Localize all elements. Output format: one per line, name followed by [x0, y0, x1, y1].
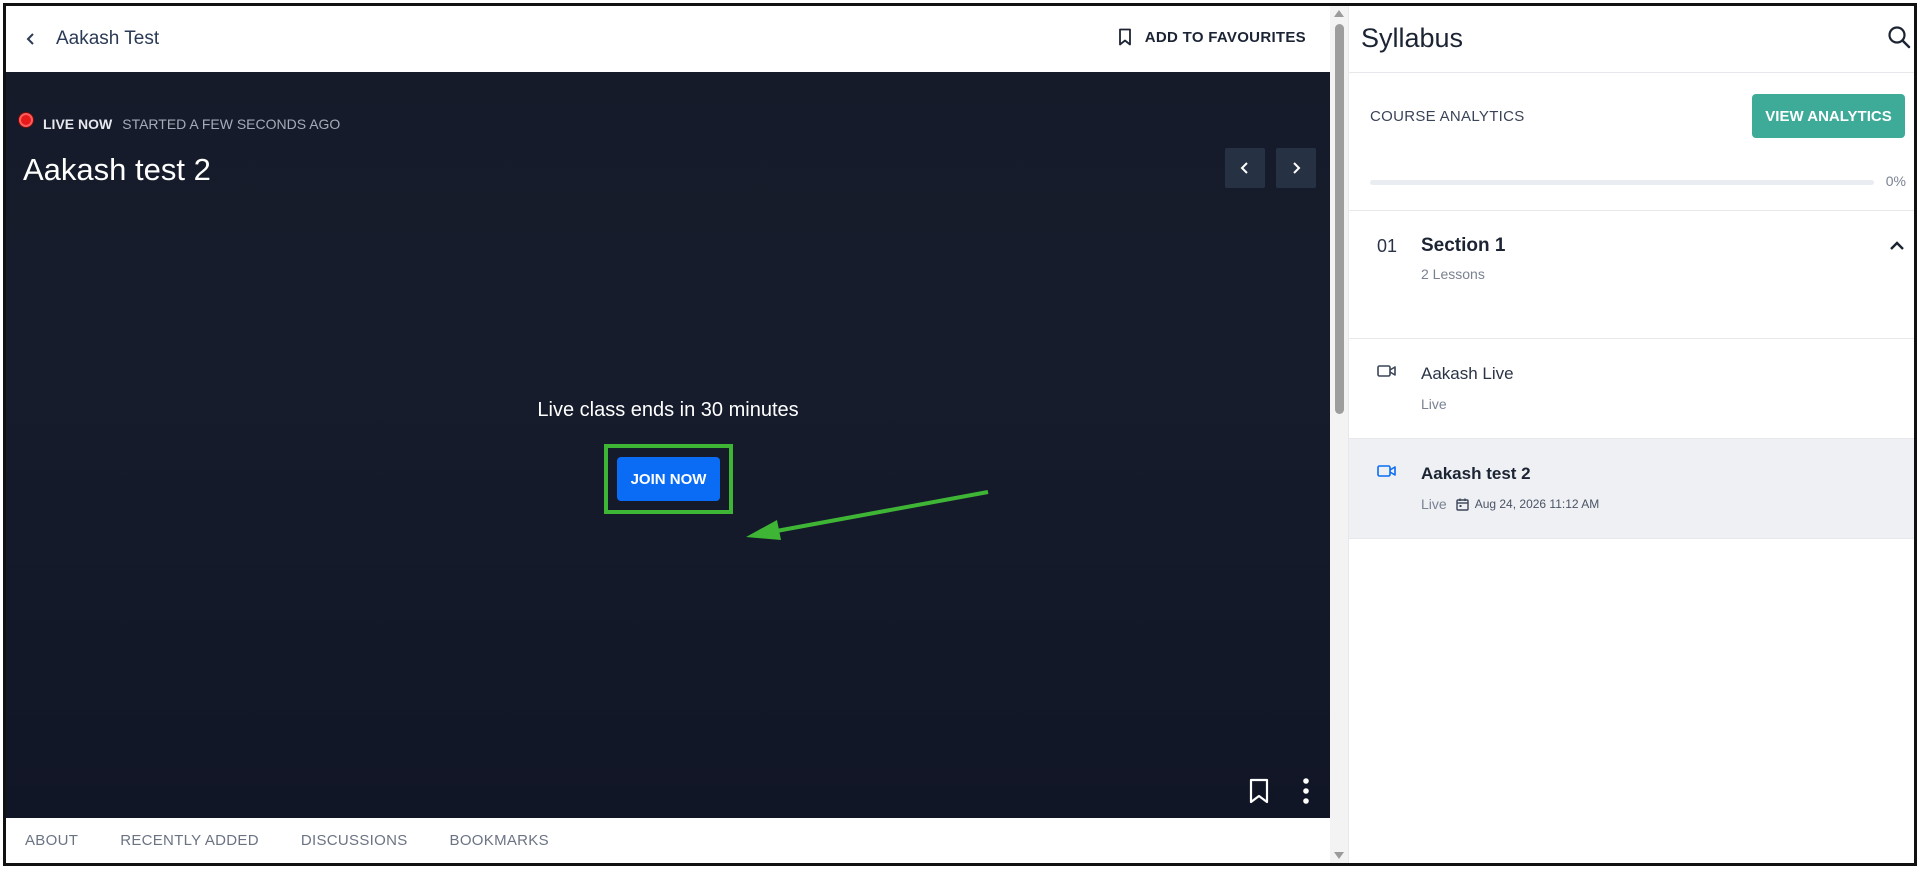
chevron-left-icon	[1240, 162, 1248, 174]
chevron-right-icon	[1293, 162, 1301, 174]
lesson-date: Aug 24, 2026 11:12 AM	[1474, 497, 1600, 511]
section-number: 01	[1377, 236, 1398, 256]
annotation-arrow-icon	[746, 490, 989, 540]
bookmark-icon	[1118, 28, 1131, 46]
join-now-button[interactable]: JOIN NOW	[617, 457, 720, 501]
video-camera-icon	[1377, 465, 1396, 477]
lesson-status: Live	[1421, 396, 1447, 412]
section-lesson-count: 2 Lessons	[1421, 266, 1485, 282]
course-analytics: COURSE ANALYTICS VIEW ANALYTICS 0%	[1349, 73, 1914, 211]
lesson-title: Aakash test 2	[1421, 464, 1531, 483]
section-header[interactable]: 01 Section 1 2 Lessons	[1349, 211, 1914, 339]
lesson-item[interactable]: Aakash Live Live	[1349, 339, 1914, 439]
video-player: LIVE NOW STARTED A FEW SECONDS AGO Aakas…	[6, 72, 1330, 818]
content-tabs: ABOUT RECENTLY ADDED DISCUSSIONS BOOKMAR…	[6, 818, 1330, 863]
lesson-meta: Live	[1421, 396, 1447, 412]
add-to-favourites-button[interactable]: ADD TO FAVOURITES	[1117, 28, 1306, 46]
scroll-thumb[interactable]	[1335, 24, 1344, 414]
more-vertical-icon[interactable]	[1302, 778, 1310, 804]
syllabus-panel: Syllabus COURSE ANALYTICS VIEW ANALYTICS…	[1348, 6, 1914, 863]
add-to-favourites-label: ADD TO FAVOURITES	[1144, 28, 1306, 46]
live-dot-icon	[19, 113, 33, 127]
lesson-meta: Live Aug 24, 2026 11:12 AM	[1421, 496, 1599, 512]
player-actions	[1248, 778, 1310, 804]
tab-bookmarks[interactable]: BOOKMARKS	[450, 832, 549, 849]
video-camera-icon	[1377, 365, 1396, 377]
lesson-title: Aakash test 2	[23, 152, 211, 187]
top-bar: Aakash Test ADD TO FAVOURITES	[6, 6, 1330, 72]
search-icon[interactable]	[1887, 25, 1911, 49]
tab-about[interactable]: ABOUT	[25, 832, 78, 849]
tab-recently-added[interactable]: RECENTLY ADDED	[120, 832, 259, 849]
join-highlight-box: JOIN NOW	[604, 444, 733, 514]
lesson-schedule: Aug 24, 2026 11:12 AM	[1455, 497, 1600, 511]
scroll-down-icon[interactable]	[1334, 852, 1344, 859]
content-pane: Aakash Test ADD TO FAVOURITES LIVE NOW S…	[6, 6, 1330, 863]
lesson-status: Live	[1421, 496, 1447, 512]
syllabus-title: Syllabus	[1361, 23, 1464, 53]
course-analytics-label: COURSE ANALYTICS	[1370, 108, 1525, 125]
tab-discussions[interactable]: DISCUSSIONS	[301, 832, 408, 849]
app-window: Aakash Test ADD TO FAVOURITES LIVE NOW S…	[3, 3, 1917, 866]
course-title: Aakash Test	[56, 28, 160, 49]
lesson-item-active[interactable]: Aakash test 2 Live Aug 24, 2026 11:12 AM	[1349, 439, 1914, 539]
next-lesson-button[interactable]	[1276, 148, 1316, 188]
section-title: Section 1	[1421, 235, 1506, 256]
chevron-left-icon	[26, 33, 34, 45]
calendar-icon	[1455, 498, 1469, 511]
back-button[interactable]: Aakash Test	[24, 28, 159, 50]
bookmark-icon[interactable]	[1248, 778, 1270, 804]
live-now-label: LIVE NOW	[43, 116, 113, 132]
lesson-navigation	[1225, 148, 1316, 188]
live-status: LIVE NOW STARTED A FEW SECONDS AGO	[19, 113, 341, 132]
started-label: STARTED A FEW SECONDS AGO	[122, 116, 341, 132]
view-analytics-button[interactable]: VIEW ANALYTICS	[1752, 94, 1905, 138]
course-progress-bar	[1370, 180, 1874, 185]
previous-lesson-button[interactable]	[1225, 148, 1265, 188]
live-ends-text: Live class ends in 30 minutes	[537, 399, 799, 421]
chevron-up-icon[interactable]	[1889, 238, 1905, 254]
scrollbar[interactable]	[1330, 6, 1348, 863]
syllabus-header: Syllabus	[1349, 6, 1914, 73]
scroll-up-icon[interactable]	[1334, 10, 1344, 17]
lesson-title: Aakash Live	[1421, 364, 1514, 383]
course-progress-value: 0%	[1885, 173, 1906, 189]
